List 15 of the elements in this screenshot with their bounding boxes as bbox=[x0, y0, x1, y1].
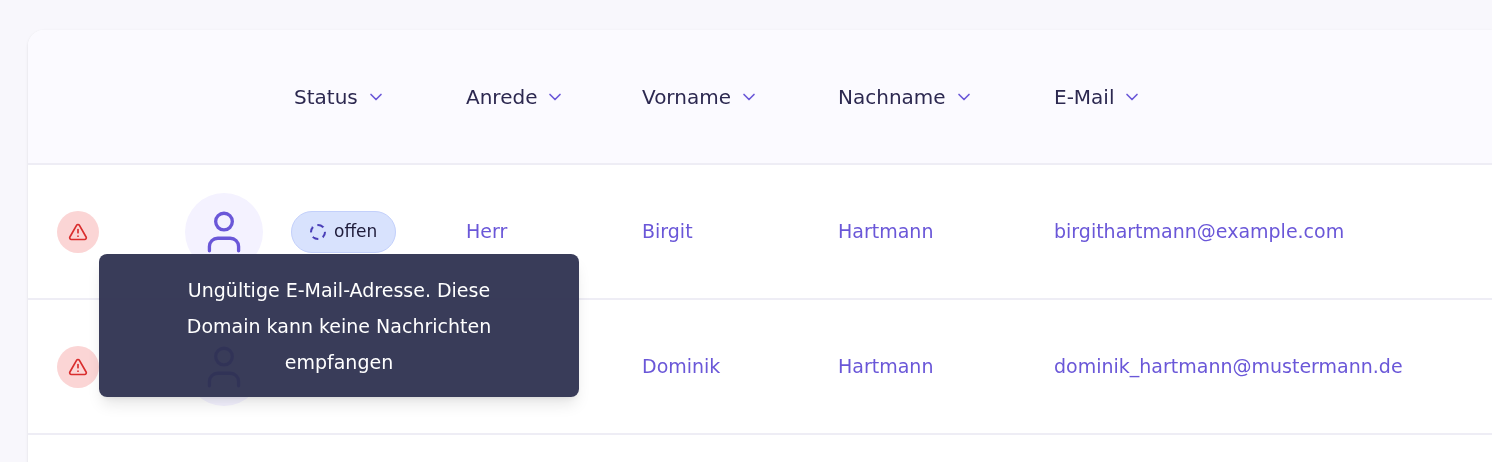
table-cell-text: Dominik bbox=[642, 354, 722, 380]
warning-icon[interactable] bbox=[57, 210, 99, 253]
column-header[interactable]: Anrede bbox=[466, 81, 642, 112]
status-badge: offen bbox=[291, 210, 397, 253]
table-cell-text: birgithartmann@example.com bbox=[1054, 219, 1345, 245]
column-header[interactable]: E-Mail bbox=[1054, 81, 1254, 112]
table-cell-text: dominik_hartmann@mustermann.de bbox=[1054, 354, 1403, 380]
column-header[interactable]: Vorname bbox=[642, 81, 838, 112]
table-cell-text: Birgit bbox=[642, 219, 694, 245]
warning-icon[interactable] bbox=[57, 345, 99, 388]
table-cell-text: Hartmann bbox=[838, 354, 935, 380]
column-header[interactable]: Nachname bbox=[838, 81, 1054, 112]
table-cell-text: Herr bbox=[466, 219, 509, 245]
table-cell-text: Hartmann bbox=[838, 219, 935, 245]
column-header[interactable]: Status bbox=[294, 81, 466, 112]
